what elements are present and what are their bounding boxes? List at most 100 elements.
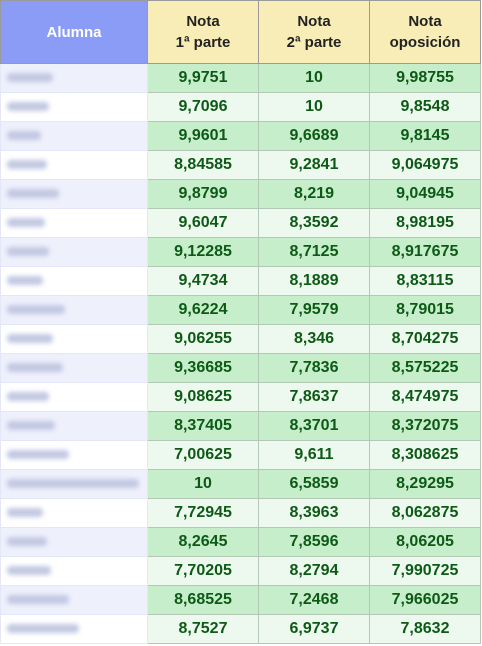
grade-final-cell: 8,79015 [369, 295, 481, 325]
header-part1-line1: Nota [186, 13, 220, 30]
student-name-redacted [0, 266, 148, 296]
grade-final-cell: 8,308625 [369, 440, 481, 470]
table-row: 7,00625 9,611 8,308625 [0, 440, 481, 470]
grade-part1-cell: 9,9601 [147, 121, 259, 151]
grade-part2-cell: 8,2794 [258, 556, 370, 586]
grade-part2-cell: 7,8637 [258, 382, 370, 412]
student-name-redacted [0, 382, 148, 412]
header-part1-line2: 1ª parte [175, 34, 231, 51]
header-row: Alumna Nota 1ª parte Nota 2ª parte Nota … [0, 0, 481, 64]
grade-part1-cell: 9,06255 [147, 324, 259, 354]
grade-part2-cell: 9,6689 [258, 121, 370, 151]
student-name-redacted [0, 150, 148, 180]
grade-final-cell: 9,98755 [369, 63, 481, 93]
grade-part2-cell: 10 [258, 63, 370, 93]
table-row: 9,8799 8,219 9,04945 [0, 179, 481, 209]
redacted-name-blur [7, 624, 79, 634]
table-row: 8,68525 7,2468 7,966025 [0, 585, 481, 615]
table-row: 7,72945 8,3963 8,062875 [0, 498, 481, 528]
grade-part1-cell: 8,37405 [147, 411, 259, 441]
redacted-name-blur [7, 508, 43, 518]
student-name-redacted [0, 92, 148, 122]
grade-final-cell: 7,966025 [369, 585, 481, 615]
header-part1: Nota 1ª parte [147, 0, 259, 64]
grade-part2-cell: 8,219 [258, 179, 370, 209]
table-row: 9,6224 7,9579 8,79015 [0, 295, 481, 325]
student-name-redacted [0, 527, 148, 557]
student-name-redacted [0, 63, 148, 93]
grade-part2-cell: 7,2468 [258, 585, 370, 615]
grade-final-cell: 8,372075 [369, 411, 481, 441]
grade-part2-cell: 6,9737 [258, 614, 370, 644]
grade-part1-cell: 9,7096 [147, 92, 259, 122]
table-row: 9,06255 8,346 8,704275 [0, 324, 481, 354]
grade-part1-cell: 9,6224 [147, 295, 259, 325]
table-row: 9,12285 8,7125 8,917675 [0, 237, 481, 267]
redacted-name-blur [7, 189, 59, 199]
redacted-name-blur [7, 421, 55, 431]
grade-final-cell: 9,064975 [369, 150, 481, 180]
header-final-line2: oposición [389, 34, 461, 51]
grade-part2-cell: 6,5859 [258, 469, 370, 499]
grade-final-cell: 8,29295 [369, 469, 481, 499]
grade-part2-cell: 8,3592 [258, 208, 370, 238]
grade-final-cell: 9,8548 [369, 92, 481, 122]
student-name-redacted [0, 353, 148, 383]
redacted-name-blur [7, 479, 139, 489]
grade-final-cell: 8,83115 [369, 266, 481, 296]
grades-body: 9,9751 10 9,98755 9,7096 10 9,8548 9,9601 9,668… [0, 63, 481, 644]
grade-final-cell: 8,98195 [369, 208, 481, 238]
table-row: 9,6047 8,3592 8,98195 [0, 208, 481, 238]
table-row: 10 6,5859 8,29295 [0, 469, 481, 499]
table-row: 9,08625 7,8637 8,474975 [0, 382, 481, 412]
table-row: 9,9751 10 9,98755 [0, 63, 481, 93]
grade-final-cell: 7,8632 [369, 614, 481, 644]
grade-part1-cell: 10 [147, 469, 259, 499]
redacted-name-blur [7, 160, 47, 170]
grade-final-cell: 8,062875 [369, 498, 481, 528]
grade-part2-cell: 7,7836 [258, 353, 370, 383]
grade-part1-cell: 8,84585 [147, 150, 259, 180]
grade-part2-cell: 8,1889 [258, 266, 370, 296]
grade-part1-cell: 7,72945 [147, 498, 259, 528]
header-final-line1: Nota [408, 13, 442, 30]
table-row: 9,9601 9,6689 9,8145 [0, 121, 481, 151]
student-name-redacted [0, 208, 148, 238]
grade-part1-cell: 9,08625 [147, 382, 259, 412]
grade-final-cell: 8,474975 [369, 382, 481, 412]
grade-part1-cell: 9,4734 [147, 266, 259, 296]
grade-part2-cell: 7,8596 [258, 527, 370, 557]
grade-part2-cell: 7,9579 [258, 295, 370, 325]
table-row: 9,36685 7,7836 8,575225 [0, 353, 481, 383]
redacted-name-blur [7, 218, 45, 228]
redacted-name-blur [7, 595, 69, 605]
header-part2-line1: Nota [297, 13, 331, 30]
redacted-name-blur [7, 537, 47, 547]
table-row: 9,4734 8,1889 8,83115 [0, 266, 481, 296]
student-name-redacted [0, 121, 148, 151]
redacted-name-blur [7, 450, 69, 460]
redacted-name-blur [7, 276, 43, 286]
table-row: 9,7096 10 9,8548 [0, 92, 481, 122]
student-name-redacted [0, 324, 148, 354]
student-name-redacted [0, 469, 148, 499]
grades-table: Alumna Nota 1ª parte Nota 2ª parte Nota … [0, 0, 481, 644]
grade-final-cell: 7,990725 [369, 556, 481, 586]
student-name-redacted [0, 498, 148, 528]
header-student: Alumna [0, 0, 148, 64]
redacted-name-blur [7, 305, 65, 315]
table-row: 7,70205 8,2794 7,990725 [0, 556, 481, 586]
grade-final-cell: 8,06205 [369, 527, 481, 557]
grade-part2-cell: 9,611 [258, 440, 370, 470]
grade-final-cell: 8,704275 [369, 324, 481, 354]
grade-part1-cell: 9,6047 [147, 208, 259, 238]
grade-part1-cell: 9,9751 [147, 63, 259, 93]
grade-part1-cell: 9,8799 [147, 179, 259, 209]
grade-part2-cell: 8,3963 [258, 498, 370, 528]
grade-final-cell: 9,8145 [369, 121, 481, 151]
student-name-redacted [0, 237, 148, 267]
grade-part1-cell: 9,36685 [147, 353, 259, 383]
header-part2: Nota 2ª parte [258, 0, 370, 64]
student-name-redacted [0, 614, 148, 644]
grade-part2-cell: 8,3701 [258, 411, 370, 441]
